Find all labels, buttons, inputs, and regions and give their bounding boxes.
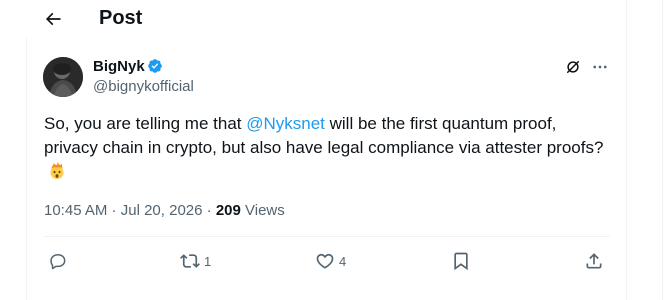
divider	[44, 236, 610, 237]
heart-icon	[316, 253, 334, 269]
tweet-text: So, you are telling me that @Nyksnet wil…	[44, 112, 614, 184]
bookmark-icon	[454, 252, 468, 271]
column-left-border	[26, 38, 27, 300]
verified-badge-icon[interactable]	[147, 58, 163, 74]
like-count: 4	[339, 253, 347, 269]
meta-separator: ·	[107, 202, 121, 219]
share-icon	[586, 253, 602, 269]
views-label: Views	[240, 202, 285, 219]
avatar[interactable]	[43, 57, 83, 97]
sidebar-edge-border	[662, 0, 663, 300]
tweet-meta: 10:45 AM · Jul 20, 2026 · 209 Views	[44, 202, 285, 220]
author-handle[interactable]: @bignykofficial	[93, 78, 194, 96]
more-dots-icon	[593, 65, 607, 69]
views-count: 209	[215, 202, 241, 219]
author-name[interactable]: BigNyk	[93, 58, 145, 76]
mention-link[interactable]: @Nyksnet	[246, 114, 325, 133]
bookmark-button[interactable]	[451, 250, 475, 272]
page-title: Post	[99, 7, 143, 29]
meta-separator: ·	[202, 202, 216, 219]
post-header: Post	[0, 0, 626, 38]
tweet-time[interactable]: 10:45 AM	[44, 202, 107, 219]
retweet-icon	[180, 254, 200, 268]
back-button[interactable]	[38, 4, 68, 34]
tweet-text-start: So, you are telling me that	[44, 114, 247, 133]
arrow-left-icon	[45, 12, 61, 26]
grok-icon	[567, 61, 579, 73]
more-options-button[interactable]	[590, 57, 610, 77]
retweet-button[interactable]: 1	[180, 250, 211, 272]
column-right-border	[626, 0, 627, 300]
reply-icon	[50, 254, 66, 270]
grok-button[interactable]	[563, 57, 583, 77]
like-button[interactable]: 4	[315, 250, 346, 272]
reply-button[interactable]	[48, 250, 72, 272]
exploding-head-emoji-icon	[50, 162, 64, 179]
share-button[interactable]	[584, 250, 608, 272]
tweet-date[interactable]: Jul 20, 2026	[121, 202, 203, 219]
retweet-count: 1	[204, 253, 212, 269]
avatar-image	[43, 57, 83, 97]
